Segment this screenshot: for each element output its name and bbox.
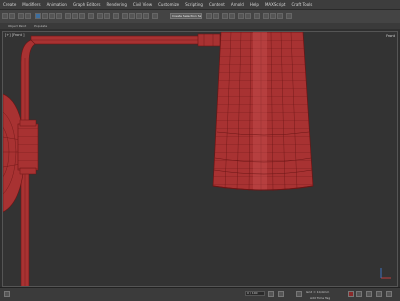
align-icon[interactable] <box>213 13 219 19</box>
angle-snap-icon[interactable] <box>129 13 135 19</box>
move-icon[interactable] <box>65 13 71 19</box>
lamp-arm <box>30 33 230 47</box>
add-time-tag[interactable]: Add Time Tag <box>310 296 330 300</box>
grid-readout: Grid = 10,0mm <box>306 290 330 294</box>
scale-icon[interactable] <box>79 13 85 19</box>
menu-rendering[interactable]: Rendering <box>103 2 129 7</box>
curve-editor-icon[interactable] <box>238 13 244 19</box>
pole-clamp <box>17 119 39 175</box>
set-key-icon[interactable] <box>356 291 362 297</box>
select-by-name-icon[interactable] <box>42 13 48 19</box>
frame-counter[interactable]: 0 / 100 <box>245 291 265 296</box>
rendered-frame-window-icon[interactable] <box>270 13 276 19</box>
reference-coordinate-icon[interactable] <box>88 13 94 19</box>
zoom-extents-icon[interactable] <box>386 291 392 297</box>
menu-craft-tools[interactable]: Craft Tools <box>288 2 315 7</box>
selection-region-icon[interactable] <box>49 13 55 19</box>
toggle-scene-explorer-icon[interactable] <box>222 13 228 19</box>
object-paint-tab[interactable]: Object Paint <box>8 24 26 28</box>
menu-create[interactable]: Create <box>0 2 19 7</box>
ribbon-bar: Object Paint Populate <box>0 23 400 29</box>
edit-named-selection-icon[interactable] <box>152 13 158 19</box>
menu-modifiers[interactable]: Modifiers <box>19 2 43 7</box>
keyboard-shortcut-icon[interactable] <box>113 13 119 19</box>
axis-gizmo <box>380 268 391 279</box>
next-frame-icon[interactable] <box>376 291 382 297</box>
window-crossing-icon[interactable] <box>56 13 62 19</box>
menu-customize[interactable]: Customize <box>155 2 182 7</box>
maxscript-listener-icon[interactable] <box>4 291 10 297</box>
redo-icon[interactable] <box>9 13 15 19</box>
menu-civil-view[interactable]: Civil View <box>130 2 155 7</box>
status-bar: 0 / 100 Grid = 10,0mm Add Time Tag <box>0 287 400 301</box>
lamp-shade <box>212 32 314 192</box>
material-editor-icon[interactable] <box>254 13 260 19</box>
front-viewport[interactable]: [+] [Front ] Front <box>2 31 398 287</box>
select-manipulate-icon[interactable] <box>104 13 110 19</box>
render-production-icon[interactable] <box>277 13 283 19</box>
menu-arnold[interactable]: Arnold <box>228 2 247 7</box>
lock-selection-icon[interactable] <box>268 291 274 297</box>
menu-graph-editors[interactable]: Graph Editors <box>70 2 103 7</box>
auto-key-icon[interactable] <box>348 291 354 297</box>
schematic-view-icon[interactable] <box>245 13 251 19</box>
menu-bar: Create Modifiers Animation Graph Editors… <box>0 0 400 9</box>
select-object-icon[interactable] <box>35 13 41 19</box>
menu-help[interactable]: Help <box>247 2 262 7</box>
selection-set-dropdown[interactable]: Create Selection Se <box>170 13 202 19</box>
menu-maxscript[interactable]: MAXScript <box>262 2 289 7</box>
menu-scripting[interactable]: Scripting <box>182 2 206 7</box>
open-project-icon[interactable] <box>286 13 292 19</box>
spinner-snap-icon[interactable] <box>143 13 149 19</box>
link-icon[interactable] <box>18 13 24 19</box>
isolate-selection-icon[interactable] <box>278 291 284 297</box>
menu-animation[interactable]: Animation <box>44 2 70 7</box>
undo-icon[interactable] <box>2 13 8 19</box>
populate-tab[interactable]: Populate <box>34 24 47 28</box>
scene-render <box>3 32 391 286</box>
menu-content[interactable]: Content <box>206 2 228 7</box>
play-icon[interactable] <box>366 291 372 297</box>
pivot-center-icon[interactable] <box>97 13 103 19</box>
render-setup-icon[interactable] <box>263 13 269 19</box>
unlink-icon[interactable] <box>25 13 31 19</box>
absolute-mode-icon[interactable] <box>296 291 302 297</box>
toggle-layer-explorer-icon[interactable] <box>229 13 235 19</box>
rotate-icon[interactable] <box>72 13 78 19</box>
snaps-toggle-icon[interactable] <box>122 13 128 19</box>
mirror-icon[interactable] <box>206 13 212 19</box>
percent-snap-icon[interactable] <box>136 13 142 19</box>
